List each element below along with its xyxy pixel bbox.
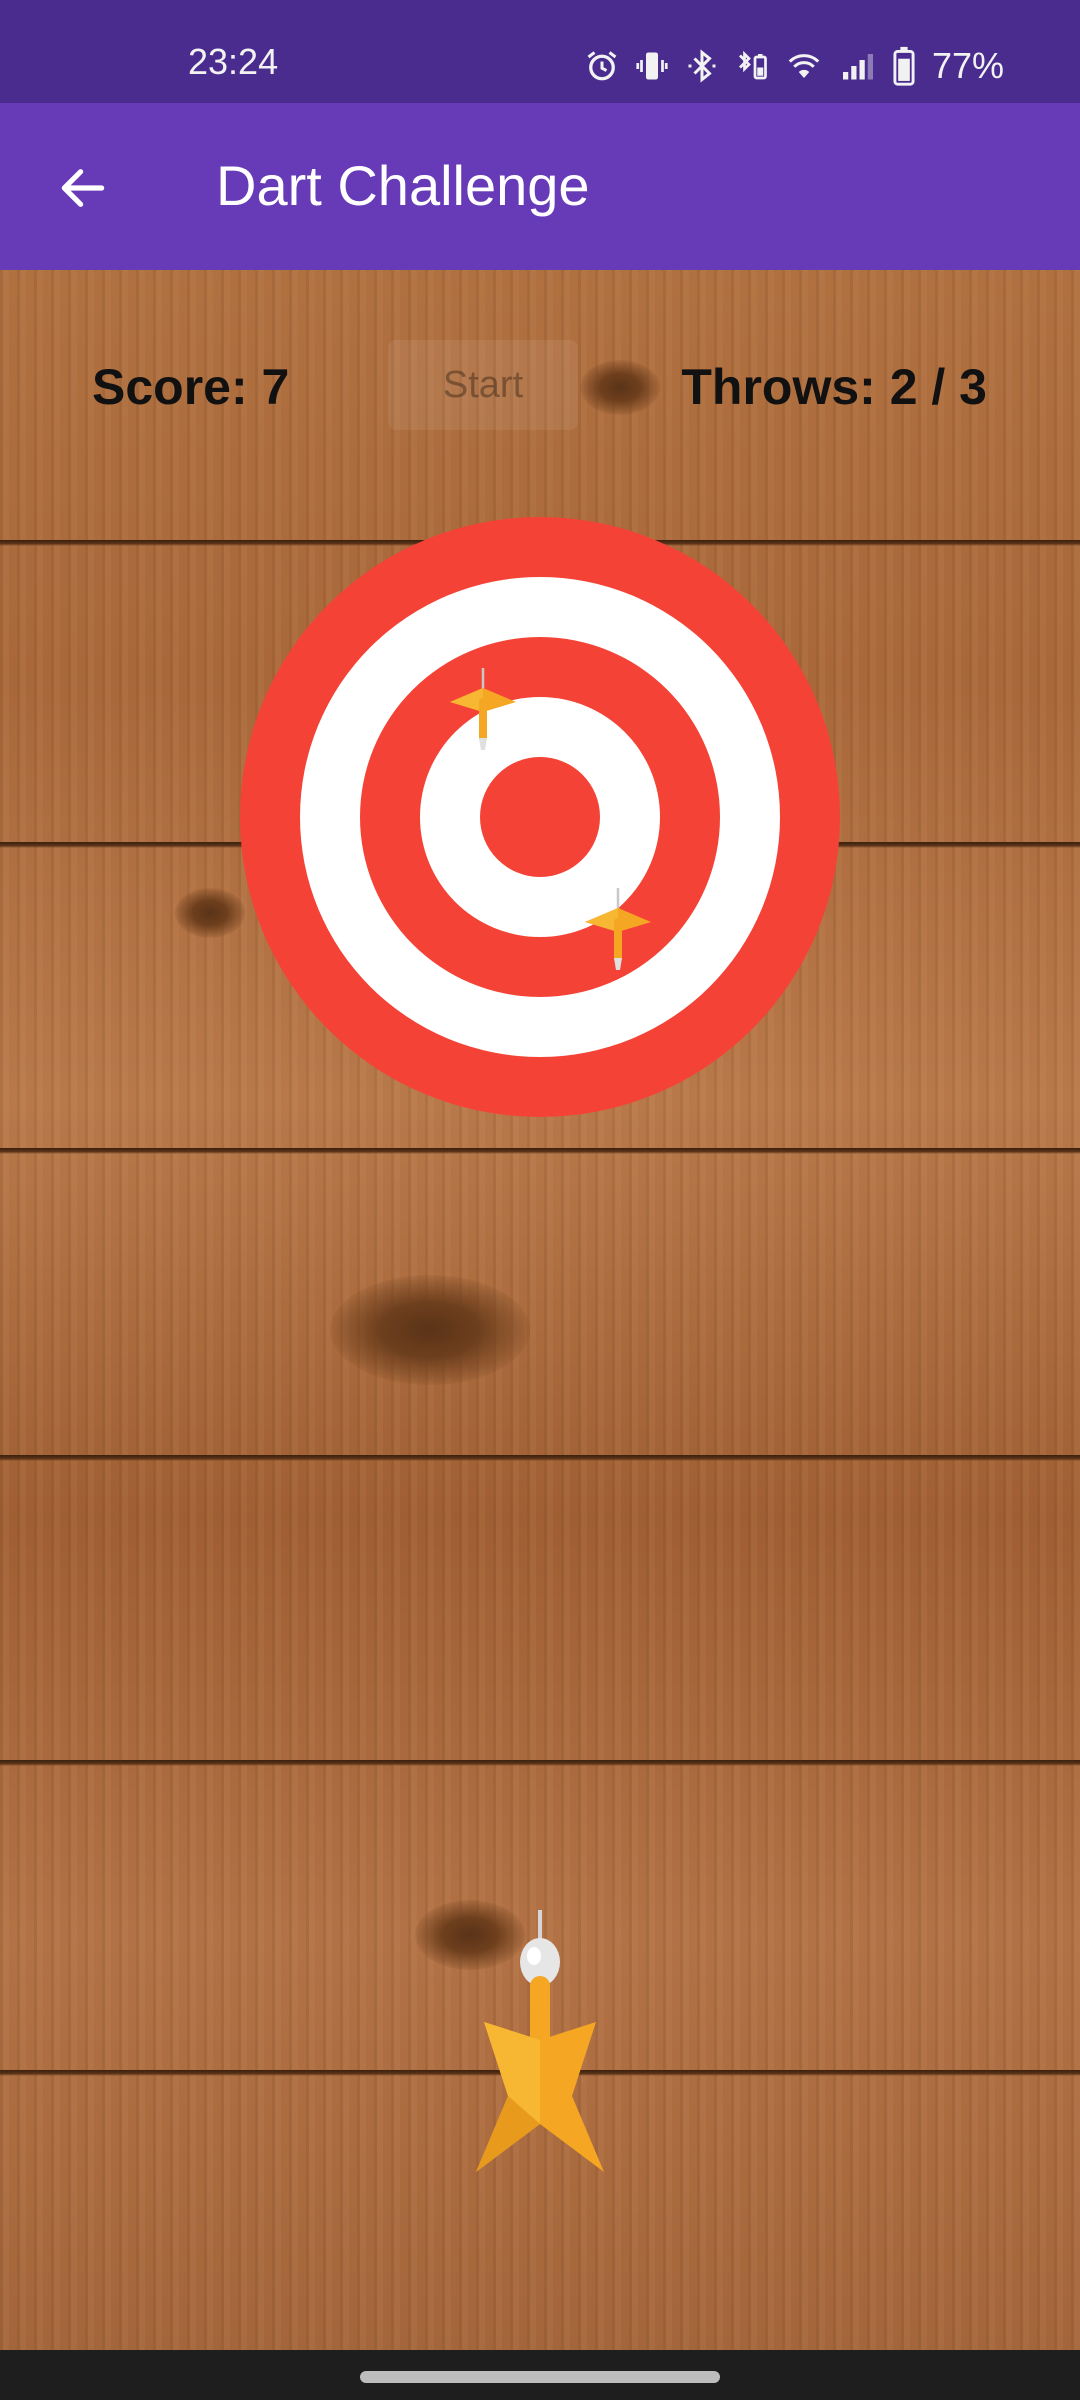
start-button[interactable]: Start bbox=[388, 340, 578, 430]
battery-icon bbox=[892, 46, 916, 86]
vibrate-icon bbox=[634, 48, 670, 84]
plank-seam bbox=[0, 1455, 1080, 1461]
stuck-dart-2 bbox=[585, 888, 651, 970]
wood-knot bbox=[330, 1275, 530, 1385]
plank-seam bbox=[0, 1148, 1080, 1154]
throws-counter: Throws: 2 / 3 bbox=[681, 359, 987, 415]
wood-knot bbox=[580, 360, 660, 415]
status-time: 23:24 bbox=[188, 41, 279, 82]
dartboard-target[interactable] bbox=[240, 517, 840, 1117]
stuck-dart-1 bbox=[450, 668, 516, 750]
bluetooth-icon bbox=[684, 48, 720, 84]
home-gesture-handle[interactable] bbox=[360, 2371, 720, 2383]
player-dart[interactable] bbox=[472, 1910, 608, 2180]
arrow-left-icon bbox=[61, 169, 105, 207]
battery-saver-icon bbox=[734, 48, 770, 84]
status-bar: 23:24 77% bbox=[0, 0, 1080, 103]
score-label: Score: 7 bbox=[92, 359, 290, 415]
navigation-bar bbox=[0, 2350, 1080, 2400]
target-bullseye bbox=[480, 757, 600, 877]
battery-percent: 77% bbox=[931, 45, 1004, 86]
alarm-icon bbox=[584, 48, 620, 84]
back-button[interactable] bbox=[38, 143, 128, 233]
wood-knot bbox=[175, 888, 245, 938]
wifi-icon bbox=[784, 48, 824, 84]
status-icons: 77% bbox=[584, 46, 1004, 86]
plank-seam bbox=[0, 1760, 1080, 1766]
app-bar: Dart Challenge bbox=[0, 103, 1080, 270]
game-area[interactable]: Score: 7 Start Throws: 2 / 3 bbox=[0, 270, 1080, 2350]
page-title: Dart Challenge bbox=[216, 154, 590, 217]
signal-icon bbox=[838, 48, 878, 84]
